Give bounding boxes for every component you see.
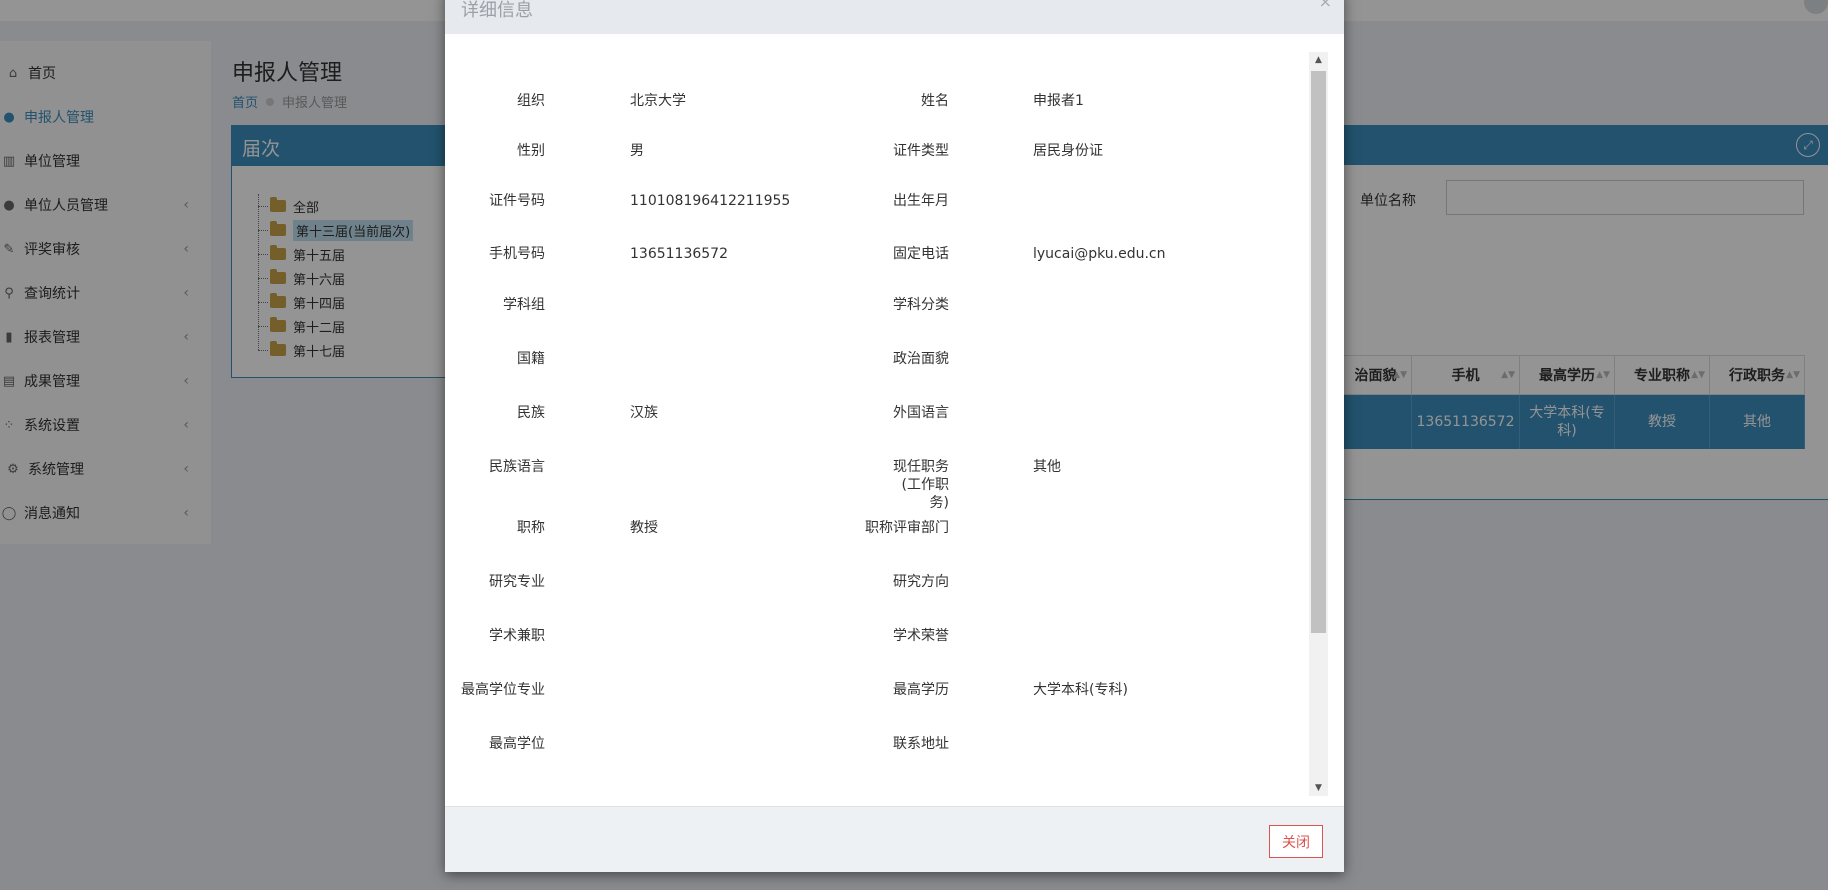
field-label: 外国语言: [893, 405, 949, 421]
field-label: 学科组: [503, 297, 545, 313]
field-label: 学术兼职: [489, 628, 545, 644]
field-value: 男: [630, 143, 644, 159]
modal-title: 详细信息: [461, 0, 533, 21]
field-label: 姓名: [921, 93, 949, 109]
field-value: 13651136572: [630, 246, 728, 262]
field-label: 民族语言: [489, 459, 545, 475]
field-label: 组织: [517, 93, 545, 109]
field-value: 教授: [630, 520, 658, 536]
field-label: 证件类型: [893, 143, 949, 159]
field-label: 固定电话: [893, 246, 949, 262]
field-label: 最高学历: [893, 682, 949, 698]
field-label: 最高学位: [489, 736, 545, 752]
field-label: 职称评审部门: [865, 520, 949, 536]
scrollbar-thumb[interactable]: [1311, 71, 1326, 633]
field-label: 现任职务(工作职务): [893, 459, 949, 511]
modal-scrollbar[interactable]: ▲ ▼: [1309, 52, 1328, 796]
close-icon[interactable]: ×: [1319, 0, 1332, 11]
field-value: lyucai@pku.edu.cn: [1033, 246, 1166, 262]
field-value: 北京大学: [630, 93, 686, 109]
field-label: 研究专业: [489, 574, 545, 590]
scroll-down-icon[interactable]: ▼: [1309, 780, 1328, 796]
field-label: 职称: [517, 520, 545, 536]
field-label: 民族: [517, 405, 545, 421]
modal-footer: 关闭: [445, 806, 1344, 872]
modal-header: 详细信息 ×: [445, 0, 1344, 34]
field-label: 政治面貌: [893, 351, 949, 367]
field-label: 出生年月: [893, 193, 949, 209]
field-label: 手机号码: [489, 246, 545, 262]
field-value: 汉族: [630, 405, 658, 421]
field-label: 国籍: [517, 351, 545, 367]
field-value: 申报者1: [1033, 93, 1084, 109]
field-label: 证件号码: [489, 193, 545, 209]
field-label: 学术荣誉: [893, 628, 949, 644]
scroll-up-icon[interactable]: ▲: [1309, 52, 1328, 68]
field-label: 性别: [517, 143, 545, 159]
detail-modal: 详细信息 × 组织 北京大学 姓名 申报者1 性别 男 证件类型 居民身份证 证…: [445, 0, 1344, 872]
field-value: 其他: [1033, 459, 1061, 475]
modal-body: 组织 北京大学 姓名 申报者1 性别 男 证件类型 居民身份证 证件号码 110…: [445, 34, 1344, 796]
field-label: 联系地址: [893, 736, 949, 752]
field-label: 学科分类: [893, 297, 949, 313]
close-button[interactable]: 关闭: [1269, 825, 1323, 858]
field-value: 大学本科(专科): [1033, 682, 1128, 698]
field-value: 居民身份证: [1033, 143, 1103, 159]
field-label: 最高学位专业: [461, 682, 545, 698]
field-label: 研究方向: [893, 574, 949, 590]
